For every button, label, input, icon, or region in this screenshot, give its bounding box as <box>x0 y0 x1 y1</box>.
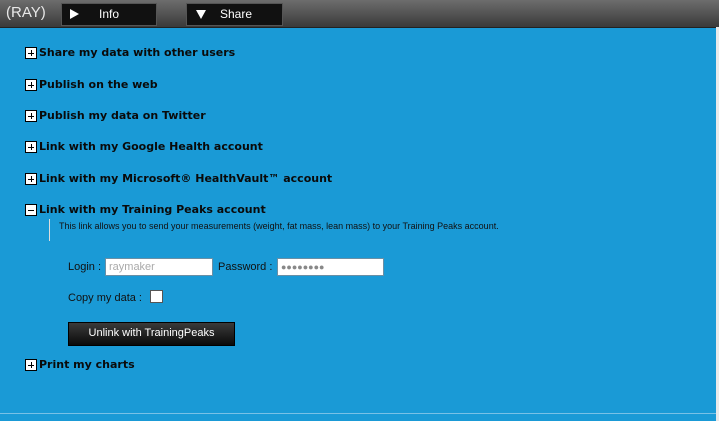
play-right-icon <box>70 9 79 19</box>
unlink-button[interactable]: Unlink with TrainingPeaks <box>68 322 235 346</box>
item-healthvault[interactable]: Link with my Microsoft® HealthVault™ acc… <box>25 172 332 186</box>
item-label: Link with my Google Health account <box>39 140 263 153</box>
password-field[interactable]: ●●●●●●●● <box>277 258 384 276</box>
expand-plus-icon[interactable] <box>25 141 37 153</box>
login-label: Login : <box>68 261 102 273</box>
tab-share-label: Share <box>220 7 253 21</box>
item-label: Link with my Training Peaks account <box>39 203 266 216</box>
bottom-divider <box>0 413 716 414</box>
item-label: Share my data with other users <box>39 46 236 59</box>
login-field[interactable]: raymaker <box>105 258 213 276</box>
collapse-minus-icon[interactable] <box>25 204 37 216</box>
section-indent-line <box>49 219 50 241</box>
item-training-peaks[interactable]: Link with my Training Peaks account <box>25 203 266 217</box>
password-label: Password : <box>218 261 273 273</box>
tab-info[interactable]: Info <box>61 3 157 26</box>
expand-plus-icon[interactable] <box>25 79 37 91</box>
copy-data-label: Copy my data : <box>68 292 142 304</box>
item-share-users[interactable]: Share my data with other users <box>25 46 235 60</box>
item-publish-twitter[interactable]: Publish my data on Twitter <box>25 109 206 123</box>
training-peaks-description: This link allows you to send your measur… <box>59 221 499 231</box>
expand-plus-icon[interactable] <box>25 110 37 122</box>
expand-plus-icon[interactable] <box>25 359 37 371</box>
item-label: Link with my Microsoft® HealthVault™ acc… <box>39 172 333 185</box>
item-publish-web[interactable]: Publish on the web <box>25 78 158 92</box>
triangle-down-icon <box>196 10 206 19</box>
item-print-charts[interactable]: Print my charts <box>25 358 135 372</box>
item-google-health[interactable]: Link with my Google Health account <box>25 140 263 154</box>
top-bar: (RAY) Info Share <box>0 0 719 28</box>
item-label: Publish my data on Twitter <box>39 109 206 122</box>
item-label: Print my charts <box>39 358 135 371</box>
tab-share[interactable]: Share <box>186 3 283 26</box>
copy-data-checkbox[interactable] <box>150 290 163 303</box>
expand-plus-icon[interactable] <box>25 47 37 59</box>
item-label: Publish on the web <box>39 78 158 91</box>
expand-plus-icon[interactable] <box>25 173 37 185</box>
user-name: (RAY) <box>6 4 46 21</box>
tab-info-label: Info <box>99 7 120 21</box>
